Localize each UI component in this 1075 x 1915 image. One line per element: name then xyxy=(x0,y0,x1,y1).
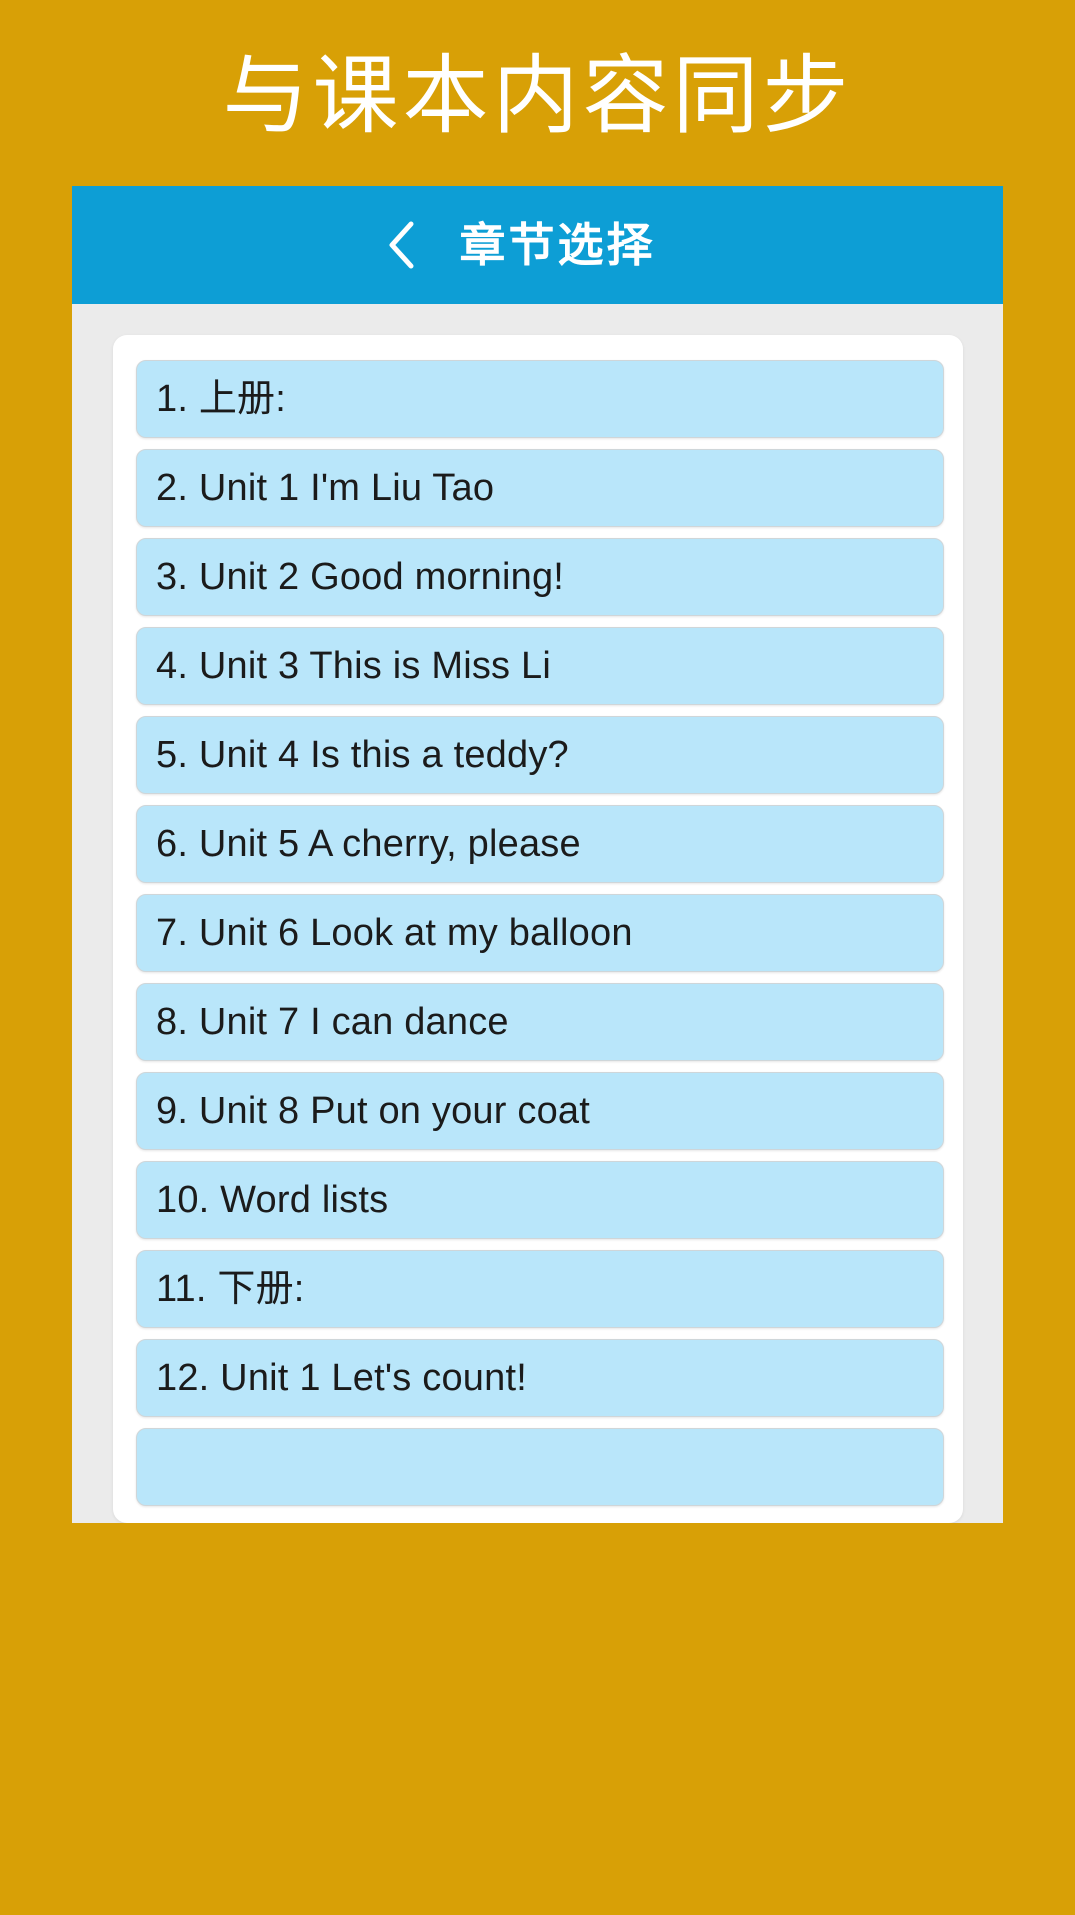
chapter-list-card: 1. 上册: 2. Unit 1 I'm Liu Tao 3. Unit 2 G… xyxy=(113,335,963,1523)
list-item[interactable]: 10. Word lists xyxy=(136,1161,944,1239)
list-item-label: 4. Unit 3 This is Miss Li xyxy=(156,645,551,687)
app-bar: 章节选择 xyxy=(72,186,1003,304)
list-item[interactable]: 7. Unit 6 Look at my balloon xyxy=(136,894,944,972)
list-item[interactable]: 2. Unit 1 I'm Liu Tao xyxy=(136,449,944,527)
chevron-left-icon[interactable] xyxy=(384,219,418,271)
list-item[interactable]: 5. Unit 4 Is this a teddy? xyxy=(136,716,944,794)
phone-screen: 章节选择 1. 上册: 2. Unit 1 I'm Liu Tao 3. Uni… xyxy=(72,186,1003,1523)
list-item-label: 11. 下册: xyxy=(156,1268,305,1310)
list-item[interactable] xyxy=(136,1428,944,1506)
list-item[interactable]: 9. Unit 8 Put on your coat xyxy=(136,1072,944,1150)
list-item[interactable]: 1. 上册: xyxy=(136,360,944,438)
list-item-label: 5. Unit 4 Is this a teddy? xyxy=(156,734,569,776)
list-item[interactable]: 12. Unit 1 Let's count! xyxy=(136,1339,944,1417)
list-item-label: 12. Unit 1 Let's count! xyxy=(156,1357,527,1399)
chapter-list[interactable]: 1. 上册: 2. Unit 1 I'm Liu Tao 3. Unit 2 G… xyxy=(136,360,944,1506)
content-area: 1. 上册: 2. Unit 1 I'm Liu Tao 3. Unit 2 G… xyxy=(72,304,1003,1523)
list-item[interactable]: 6. Unit 5 A cherry, please xyxy=(136,805,944,883)
list-item[interactable]: 3. Unit 2 Good morning! xyxy=(136,538,944,616)
list-item-label: 1. 上册: xyxy=(156,378,287,420)
list-item-label: 3. Unit 2 Good morning! xyxy=(156,556,565,598)
list-item[interactable]: 4. Unit 3 This is Miss Li xyxy=(136,627,944,705)
promo-headline: 与课本内容同步 xyxy=(222,46,853,146)
list-item-label: 6. Unit 5 A cherry, please xyxy=(156,823,581,865)
app-bar-title: 章节选择 xyxy=(459,218,656,272)
list-item-label: 10. Word lists xyxy=(156,1179,389,1221)
app-bar-inner: 章节选择 xyxy=(384,219,656,271)
list-item-label: 7. Unit 6 Look at my balloon xyxy=(156,912,633,954)
list-item-label: 2. Unit 1 I'm Liu Tao xyxy=(156,467,495,509)
list-item-label: 8. Unit 7 I can dance xyxy=(156,1001,509,1043)
list-item[interactable]: 8. Unit 7 I can dance xyxy=(136,983,944,1061)
list-item[interactable]: 11. 下册: xyxy=(136,1250,944,1328)
list-item-label: 9. Unit 8 Put on your coat xyxy=(156,1090,590,1132)
